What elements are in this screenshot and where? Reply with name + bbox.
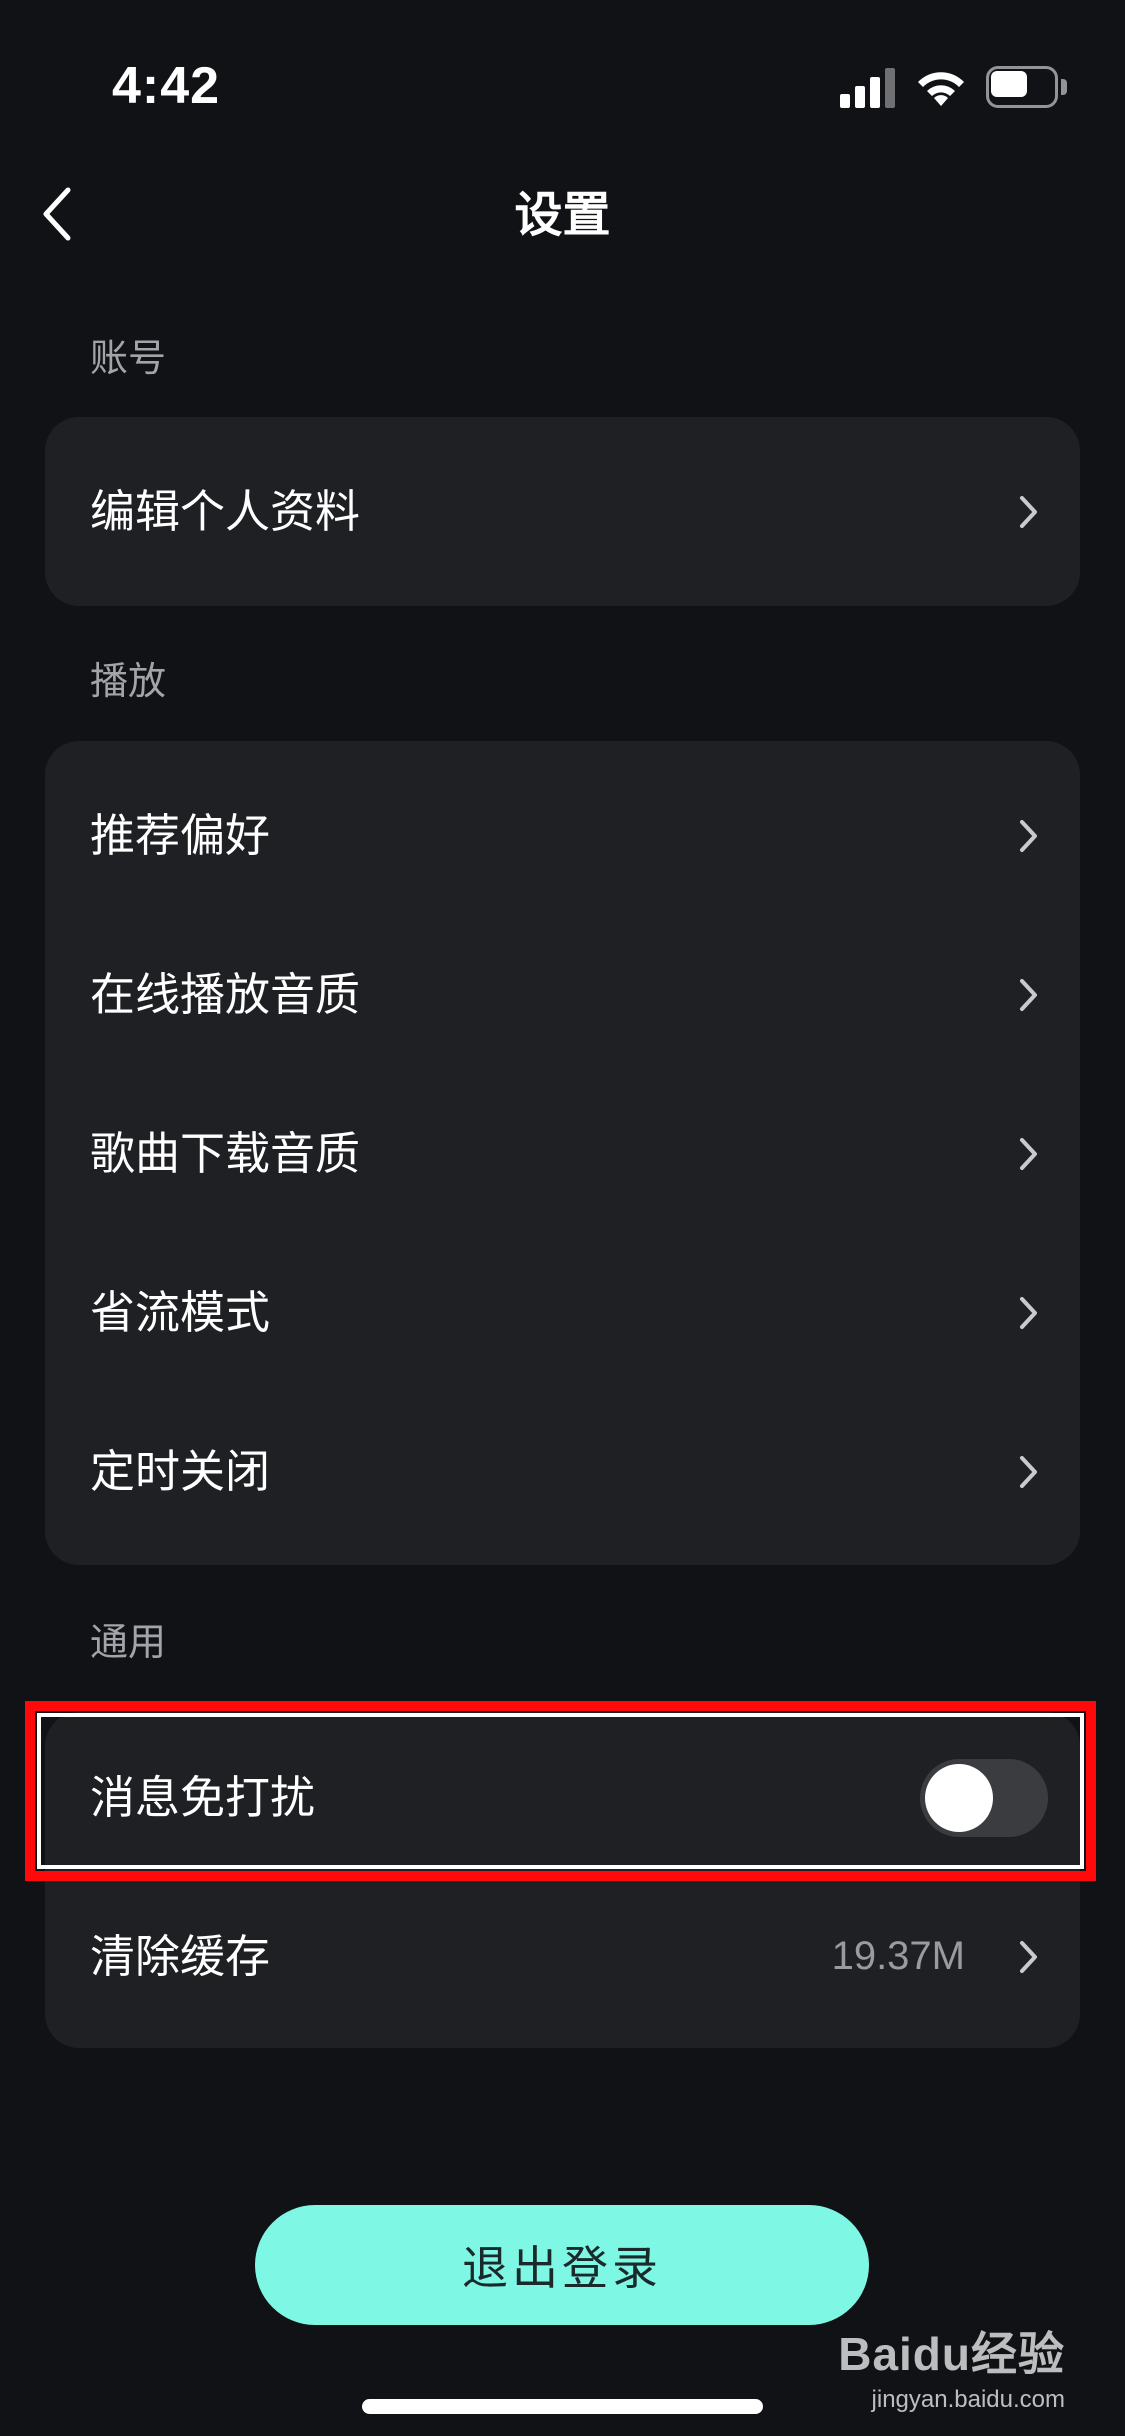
playback-card: 推荐偏好 在线播放音质 歌曲下载音质 省流模式 定时关闭: [45, 741, 1080, 1565]
row-label: 歌曲下载音质: [90, 1126, 361, 1180]
do-not-disturb-toggle[interactable]: [920, 1758, 1048, 1837]
chevron-right-icon: [1020, 1455, 1037, 1488]
watermark-logo: Baidu经验: [838, 2328, 1065, 2380]
settings-row-recommend-preference[interactable]: 推荐偏好: [45, 756, 1080, 915]
battery-icon: [986, 66, 1068, 108]
general-card: 消息免打扰 清除缓存 19.37M: [45, 1712, 1080, 2048]
row-label: 推荐偏好: [90, 808, 271, 862]
section-label-general: 通用: [90, 1620, 167, 1664]
baidu-watermark: Baidu经验 jingyan.baidu.com: [838, 2318, 1065, 2414]
settings-row-sleep-timer[interactable]: 定时关闭: [45, 1392, 1080, 1551]
cache-size-value: 19.37M: [831, 1934, 965, 1978]
section-label-playback: 播放: [90, 659, 167, 703]
section-label-account: 账号: [90, 336, 167, 380]
row-label: 在线播放音质: [90, 967, 361, 1021]
status-time: 4:42: [112, 57, 221, 115]
settings-screen: 4:42 设置 账号 编辑个人资料 播放 推荐偏好 在线播放音质 歌曲下载音质 …: [0, 0, 1125, 2436]
row-label: 定时关闭: [90, 1444, 271, 1498]
chevron-right-icon: [1020, 978, 1037, 1011]
account-card: 编辑个人资料: [45, 417, 1080, 606]
settings-row-clear-cache[interactable]: 清除缓存 19.37M: [45, 1877, 1080, 2036]
status-bar: 4:42: [0, 0, 1125, 170]
home-indicator[interactable]: [362, 2399, 763, 2414]
row-label: 消息免打扰: [90, 1770, 316, 1824]
watermark-url: jingyan.baidu.com: [871, 2386, 1065, 2413]
chevron-right-icon: [1020, 819, 1037, 852]
settings-row-do-not-disturb[interactable]: 消息免打扰: [45, 1718, 1080, 1877]
chevron-right-icon: [1020, 1137, 1037, 1170]
cellular-signal-icon: [840, 68, 896, 108]
chevron-right-icon: [1020, 1296, 1037, 1329]
page-title: 设置: [514, 187, 611, 243]
logout-button[interactable]: 退出登录: [255, 2205, 869, 2325]
settings-row-download-quality[interactable]: 歌曲下载音质: [45, 1074, 1080, 1233]
chevron-right-icon: [1020, 1940, 1037, 1973]
wifi-icon: [918, 72, 964, 106]
toggle-knob: [925, 1763, 993, 1832]
settings-row-online-quality[interactable]: 在线播放音质: [45, 915, 1080, 1074]
settings-row-data-saver[interactable]: 省流模式: [45, 1233, 1080, 1392]
chevron-right-icon: [1020, 495, 1037, 528]
row-label: 省流模式: [90, 1285, 271, 1339]
row-label: 清除缓存: [90, 1929, 271, 1983]
row-label: 编辑个人资料: [90, 484, 361, 538]
settings-row-edit-profile[interactable]: 编辑个人资料: [45, 417, 1080, 606]
